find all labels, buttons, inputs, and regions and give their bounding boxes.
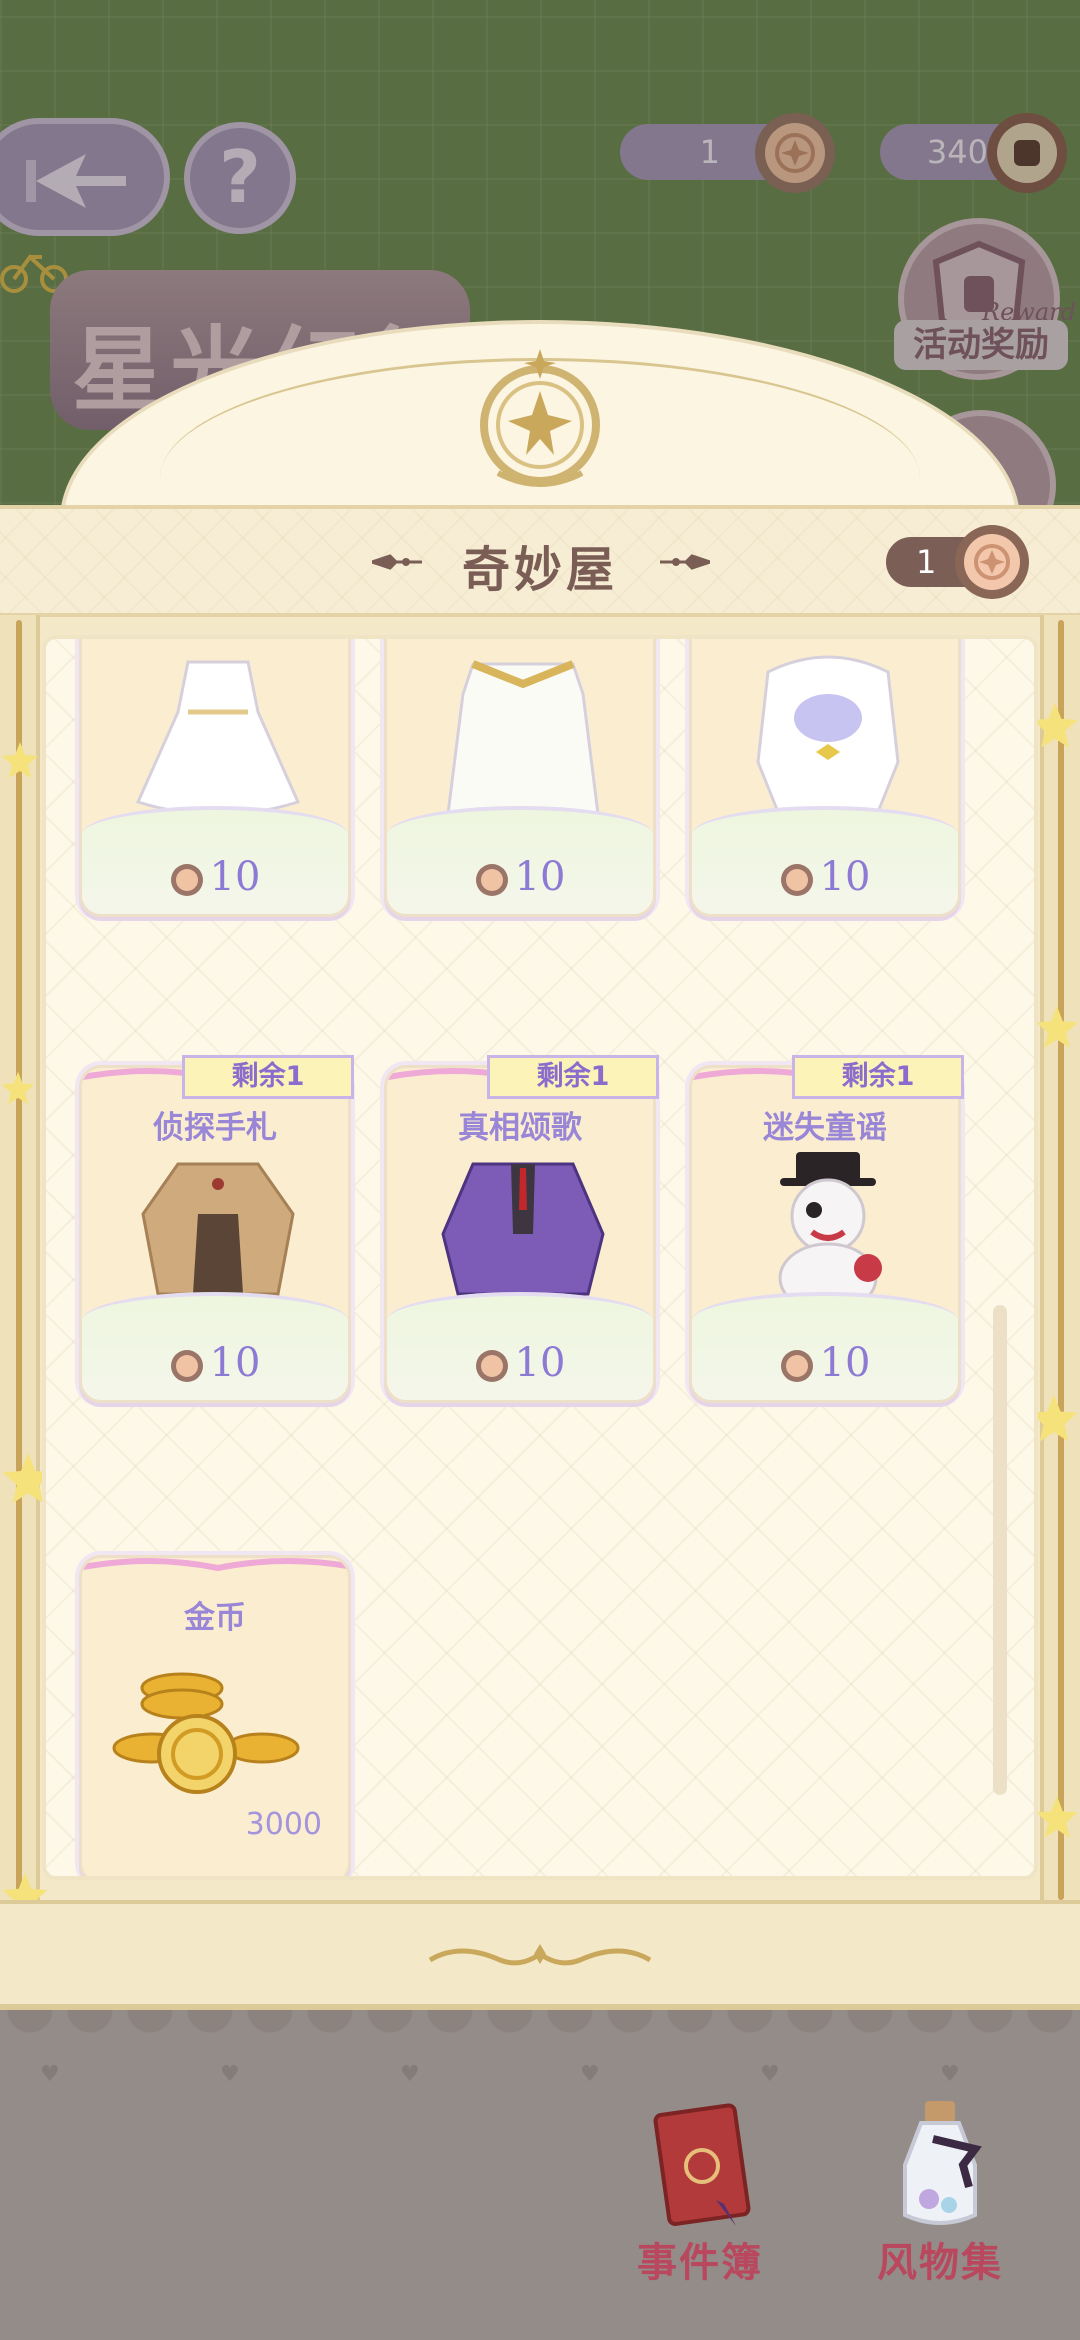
- shop-item-card[interactable]: 侦探手札 10: [79, 1065, 351, 1403]
- vine-right: [1058, 620, 1064, 1900]
- vine-left: [16, 620, 22, 1900]
- item-name: 侦探手札: [153, 1110, 277, 1146]
- star-moon-emblem-icon: [480, 349, 600, 487]
- purple-suit-outfit-icon: [441, 1162, 605, 1296]
- shop-item-card[interactable]: 10: [689, 639, 961, 917]
- shop-item-card[interactable]: 迷失童谣 10: [689, 1065, 961, 1403]
- pink-bow-trim-icon: [82, 1558, 348, 1572]
- item-name: 真相颂歌: [458, 1110, 582, 1146]
- item-price: 10: [692, 854, 958, 900]
- item-quantity: 3000: [245, 1807, 322, 1842]
- star-decoration-icon: [1036, 1006, 1078, 1048]
- white-hood-outfit-icon: [756, 655, 900, 814]
- scrollbar[interactable]: [993, 1305, 1007, 1795]
- remaining-stock-tag: 剩余1: [182, 1055, 354, 1099]
- item-price: 10: [82, 1340, 348, 1386]
- remaining-stock-tag: 剩余1: [792, 1055, 964, 1099]
- heart-decoration-icon: ♥: [940, 2062, 960, 2087]
- item-name: 金币: [184, 1600, 246, 1636]
- nav-event-book-button[interactable]: [610, 2100, 790, 2234]
- nav-event-book-label: 事件簿: [637, 2239, 763, 2286]
- price-coin-icon: [475, 864, 508, 896]
- nav-collection-label: 风物集: [877, 2239, 1003, 2286]
- shop-item-list[interactable]: 10 10 10 侦探手札 10 真相颂歌 10 迷失童谣 10 剩余1 剩余1…: [42, 635, 1038, 1880]
- bottle-icon: [903, 2101, 982, 2225]
- item-price: 10: [692, 1340, 958, 1386]
- white-dress-icon: [135, 660, 301, 816]
- price-coin-icon: [170, 1350, 203, 1382]
- heart-decoration-icon: ♥: [40, 2062, 60, 2087]
- price-coin-icon: [780, 1350, 813, 1382]
- heart-decoration-icon: ♥: [400, 2062, 420, 2087]
- gold-coins-icon: [112, 1672, 300, 1794]
- item-price: 10: [82, 854, 348, 900]
- price-coin-icon: [170, 864, 203, 896]
- shop-item-card[interactable]: 10: [79, 639, 351, 917]
- star-decoration-icon: [2, 742, 38, 778]
- shop-title: 奇妙屋: [461, 542, 618, 598]
- star-decoration-icon: [1, 1071, 35, 1105]
- heart-decoration-icon: ♥: [220, 2062, 240, 2087]
- bottom-ornament-icon: [428, 1944, 652, 1966]
- price-coin-icon: [780, 864, 813, 896]
- shop-item-card[interactable]: 10: [384, 639, 656, 917]
- balance-coin-icon: [955, 525, 1029, 599]
- price-coin-icon: [475, 1350, 508, 1382]
- star-decoration-icon: [1036, 1796, 1078, 1838]
- shop-item-card[interactable]: 金币 3000: [79, 1555, 351, 1876]
- title-ornament-left-icon: [372, 554, 422, 570]
- shop-item-card[interactable]: 真相颂歌 10: [384, 1065, 656, 1403]
- red-book-icon: [653, 2103, 751, 2226]
- shop-balance-value: 1: [916, 543, 937, 581]
- title-ornament-right-icon: [660, 554, 710, 570]
- item-price: 10: [387, 854, 653, 900]
- item-price: 10: [387, 1340, 653, 1386]
- item-name: 迷失童谣: [763, 1110, 887, 1146]
- heart-decoration-icon: ♥: [760, 2062, 780, 2087]
- nav-collection-button[interactable]: [850, 2095, 1030, 2239]
- nav-scallop-edge: [0, 2010, 1080, 2070]
- remaining-stock-tag: 剩余1: [487, 1055, 659, 1099]
- trench-coat-outfit-icon: [141, 1162, 295, 1296]
- heart-decoration-icon: ♥: [580, 2062, 600, 2087]
